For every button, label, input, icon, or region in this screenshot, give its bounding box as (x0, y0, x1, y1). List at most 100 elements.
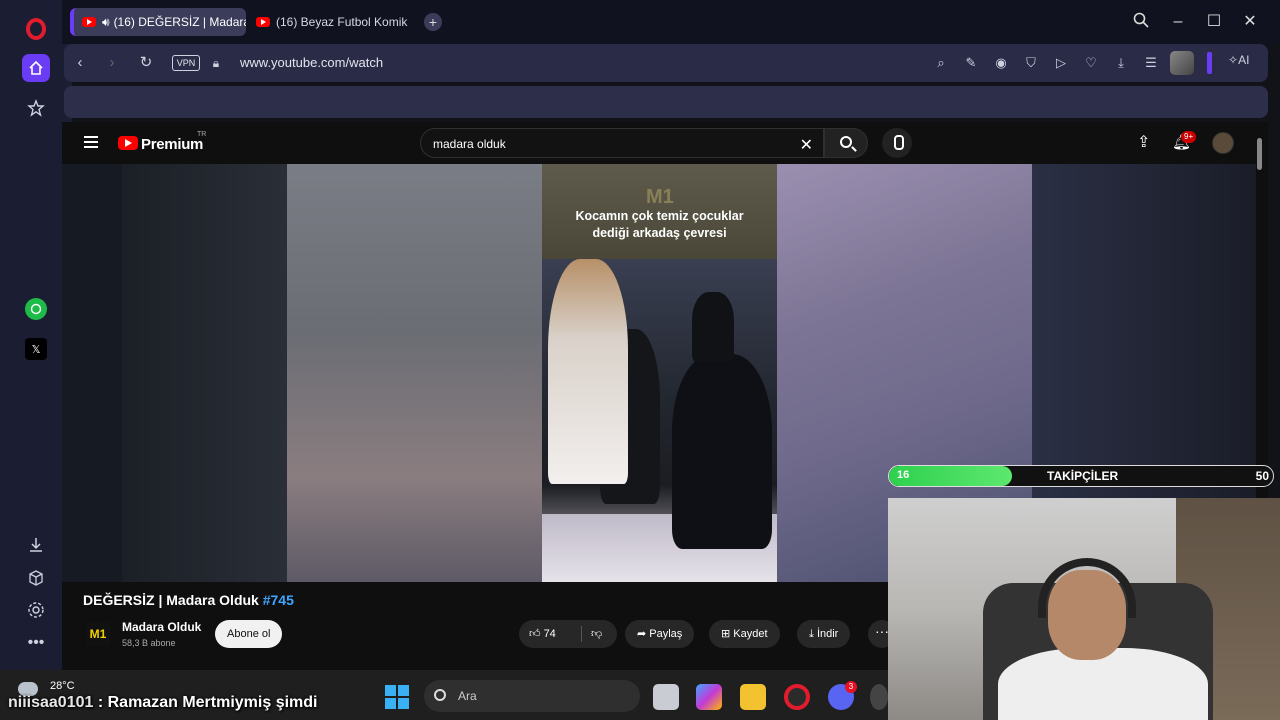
speaker-icon[interactable]: 🔊︎ (102, 15, 110, 30)
new-tab-plus-icon[interactable]: + (424, 13, 442, 31)
tab-title: (16) Beyaz Futbol Komik A (276, 15, 410, 29)
search-input[interactable]: madara olduk ✕ (420, 128, 824, 158)
file-explorer-icon[interactable] (740, 684, 766, 710)
opera-taskbar-icon[interactable] (784, 684, 810, 710)
cube-extensions-icon[interactable] (22, 564, 50, 592)
menu-hamburger-icon[interactable] (84, 136, 98, 148)
thumbs-down-icon: 👎︎ (591, 628, 603, 640)
chat-username: niiisaa0101 (8, 694, 94, 711)
screen: 𝕏 ••• 🔊︎ (16) DEĞERSİZ | Madara (16) Bey… (0, 0, 1280, 720)
scene-bride (548, 259, 628, 484)
minimize-icon[interactable]: – (1168, 12, 1188, 32)
download-arrow-icon: ⤓ (809, 628, 814, 640)
windows-start-icon[interactable] (385, 685, 409, 709)
bookmarks-bar (64, 86, 1268, 118)
caption-line-1: Kocamın çok temiz çocuklar (575, 209, 744, 223)
profile-avatar[interactable] (1170, 51, 1194, 75)
chat-text: Ramazan Mertmiymiş şimdi (107, 694, 318, 711)
download-label: İndir (816, 628, 839, 640)
upload-icon[interactable]: ⇪ (1137, 134, 1153, 152)
youtube-premium-label[interactable]: Premium (141, 136, 203, 153)
channel-watermark: M1 (646, 186, 674, 208)
taskbar-search-placeholder: Ara (458, 689, 477, 703)
youtube-logo-icon[interactable] (118, 136, 138, 150)
stream-chat-message: niiisaa0101 : Ramazan Mertmiymiş şimdi (8, 694, 317, 712)
search-icon (840, 136, 852, 148)
address-bar: ‹ › ↻ VPN 🔒︎ www.youtube.com/watch ⌕ ✎ ◉… (64, 44, 1268, 82)
url-field[interactable]: www.youtube.com/watch (240, 55, 383, 70)
forward-icon[interactable]: › (102, 53, 122, 73)
more-dots-icon[interactable]: ••• (22, 629, 50, 657)
dislike-button[interactable]: 👎︎ (591, 620, 602, 648)
download-button[interactable]: ⤓ İndir (797, 620, 851, 648)
share-label: Paylaş (649, 628, 683, 640)
channel-avatar[interactable]: M1 (86, 622, 110, 646)
like-button[interactable]: 👍︎ 74 (529, 628, 556, 640)
follower-goal-bar: 16 TAKİPÇİLER 50 (888, 465, 1274, 487)
search-button[interactable] (824, 128, 868, 158)
download-icon[interactable]: ⤓ (1112, 54, 1130, 72)
chat-separator: : (93, 694, 108, 711)
search-tabs-icon[interactable] (1131, 12, 1151, 32)
share-button[interactable]: ➦ Paylaş (625, 620, 695, 648)
account-avatar[interactable] (1212, 132, 1234, 154)
close-icon[interactable]: ✕ (1240, 12, 1260, 32)
page-scrollbar[interactable] (1257, 138, 1262, 170)
tab-active[interactable]: 🔊︎ (16) DEĞERSİZ | Madara (70, 8, 246, 36)
back-icon[interactable]: ‹ (70, 53, 90, 73)
whatsapp-icon[interactable] (25, 298, 47, 320)
settings-gear-icon[interactable] (22, 596, 50, 624)
save-label: Kaydet (733, 628, 768, 640)
maximize-icon[interactable]: ☐ (1204, 12, 1224, 32)
weather-temperature[interactable]: 28°C (50, 680, 75, 692)
search-icon (434, 689, 446, 701)
edit-icon[interactable]: ✎ (962, 54, 980, 72)
copilot-icon[interactable] (696, 684, 722, 710)
taskbar-app-icon[interactable] (870, 684, 888, 710)
send-icon[interactable]: ▷ (1052, 54, 1070, 72)
like-dislike-group: 👍︎ 74 👎︎ (519, 620, 617, 648)
divider (581, 626, 582, 642)
youtube-favicon-icon (82, 17, 96, 27)
webcam-headset (1038, 558, 1136, 618)
vpn-badge[interactable]: VPN (172, 55, 200, 71)
scene-person (672, 354, 772, 549)
channel-name[interactable]: Madara Olduk (122, 620, 201, 634)
subscribe-button[interactable]: Abone ol (215, 620, 283, 648)
star-icon[interactable] (22, 94, 50, 122)
save-button[interactable]: ⊞ Kaydet (709, 620, 780, 648)
task-view-icon[interactable] (653, 684, 679, 710)
sidebar-toggle[interactable] (1207, 52, 1212, 74)
heart-icon[interactable]: ♡ (1082, 54, 1100, 72)
video-title: DEĞERSİZ | Madara Olduk #745 (83, 592, 294, 608)
notification-count-badge: 9+ (1181, 131, 1197, 143)
discord-badge: 3 (845, 681, 857, 693)
region-code: TR (197, 131, 207, 138)
youtube-favicon-icon (256, 17, 270, 27)
ai-label: AI (1238, 53, 1250, 67)
find-icon[interactable]: ⌕ (932, 54, 950, 72)
video-title-hashtag[interactable]: #745 (263, 592, 294, 608)
lock-icon[interactable]: 🔒︎ (206, 53, 226, 73)
follower-label: TAKİPÇİLER (1047, 469, 1119, 483)
easy-setup-icon[interactable]: ☰ (1142, 54, 1160, 72)
clear-search-icon[interactable]: ✕ (800, 135, 813, 155)
downloads-icon[interactable] (22, 531, 50, 559)
webcam-person-body (998, 648, 1208, 720)
reload-icon[interactable]: ↻ (136, 53, 156, 73)
follower-current: 16 (897, 469, 910, 481)
taskbar-search-input[interactable]: Ara (424, 680, 640, 712)
tab-second[interactable]: (16) Beyaz Futbol Komik A (248, 8, 410, 36)
x-twitter-icon[interactable]: 𝕏 (25, 338, 47, 360)
video-blur-edge-left (122, 164, 287, 582)
subscriber-count: 58,3 B abone (122, 638, 176, 648)
camera-snapshot-icon[interactable]: ◉ (992, 54, 1010, 72)
video-title-text: DEĞERSİZ | Madara Olduk (83, 592, 263, 608)
aria-ai-button[interactable]: ✧AI (1228, 53, 1249, 67)
shield-check-icon[interactable]: ⛉ (1022, 54, 1040, 72)
opera-logo-icon[interactable] (26, 18, 46, 40)
share-icon: ➦ (637, 628, 647, 640)
home-icon[interactable] (22, 54, 50, 82)
video-frame: M1 Kocamın çok temiz çocuklar dediği ark… (542, 164, 777, 582)
voice-search-mic-icon[interactable] (882, 128, 912, 158)
